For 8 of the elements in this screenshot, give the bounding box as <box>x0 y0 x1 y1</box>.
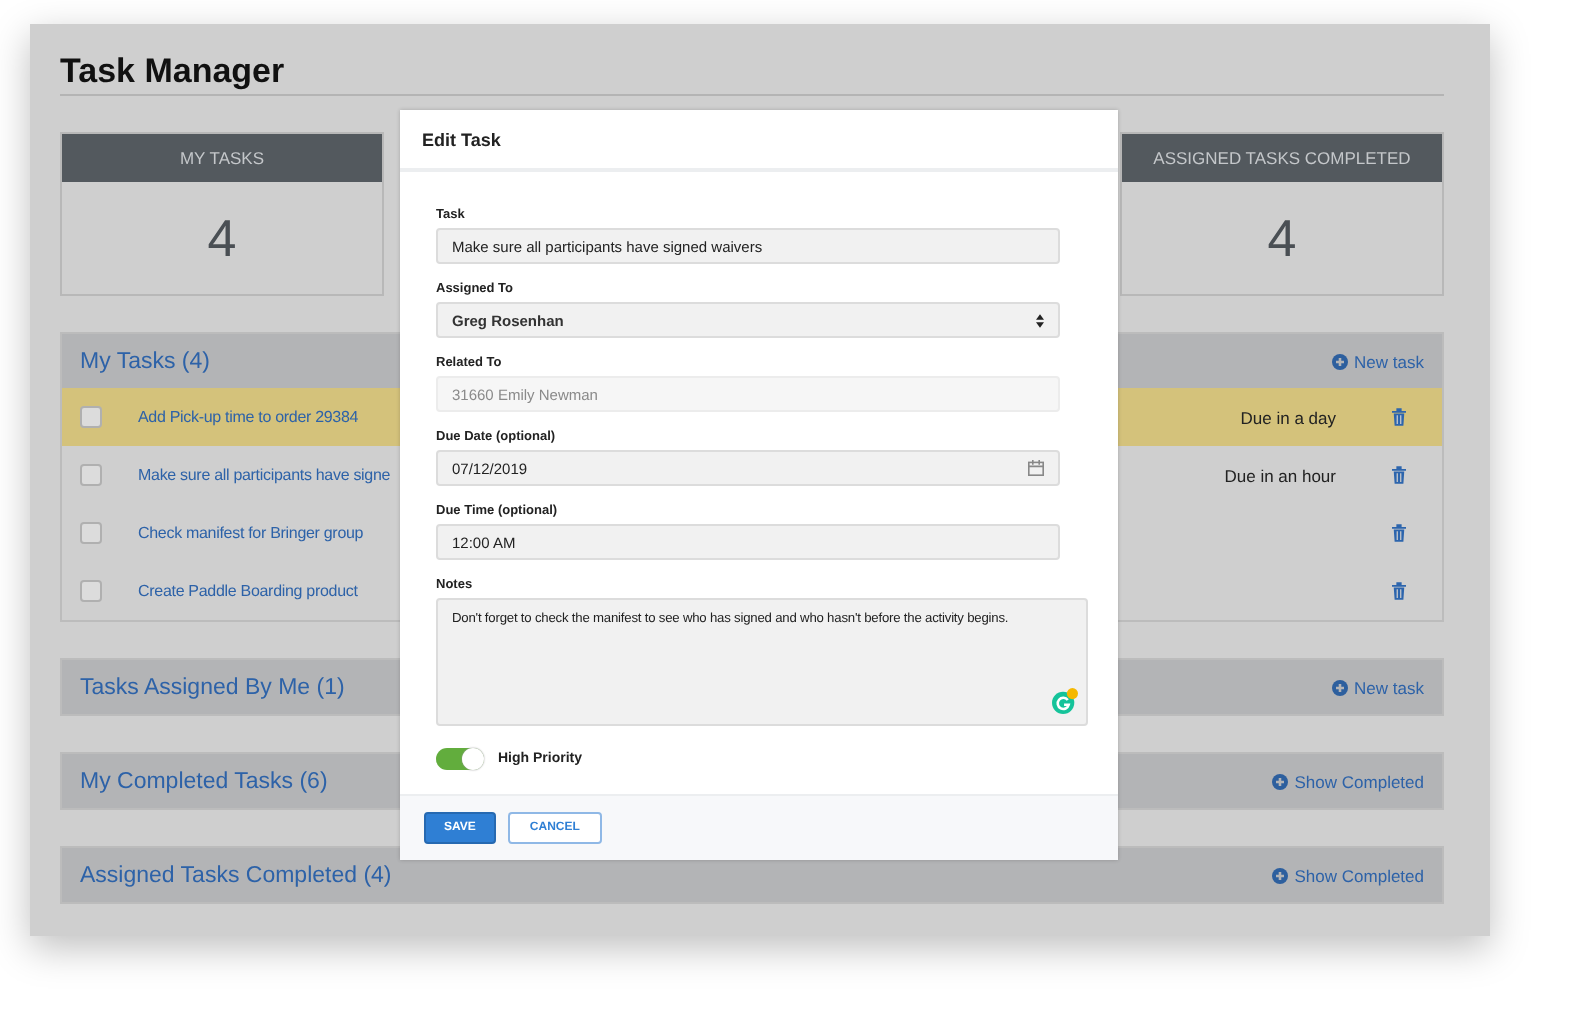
due-label: Due in an hour <box>1224 465 1336 485</box>
page-title: Task Manager <box>60 52 287 92</box>
stat-label: ASSIGNED TASKS COMPLETED <box>1153 148 1411 168</box>
due-label: Due in a day <box>1240 407 1336 427</box>
stat-value: 4 <box>1267 207 1297 269</box>
stat-value: 4 <box>207 207 237 269</box>
stat-label: MY TASKS <box>179 148 265 168</box>
dialog-title: Edit Task <box>422 129 501 149</box>
